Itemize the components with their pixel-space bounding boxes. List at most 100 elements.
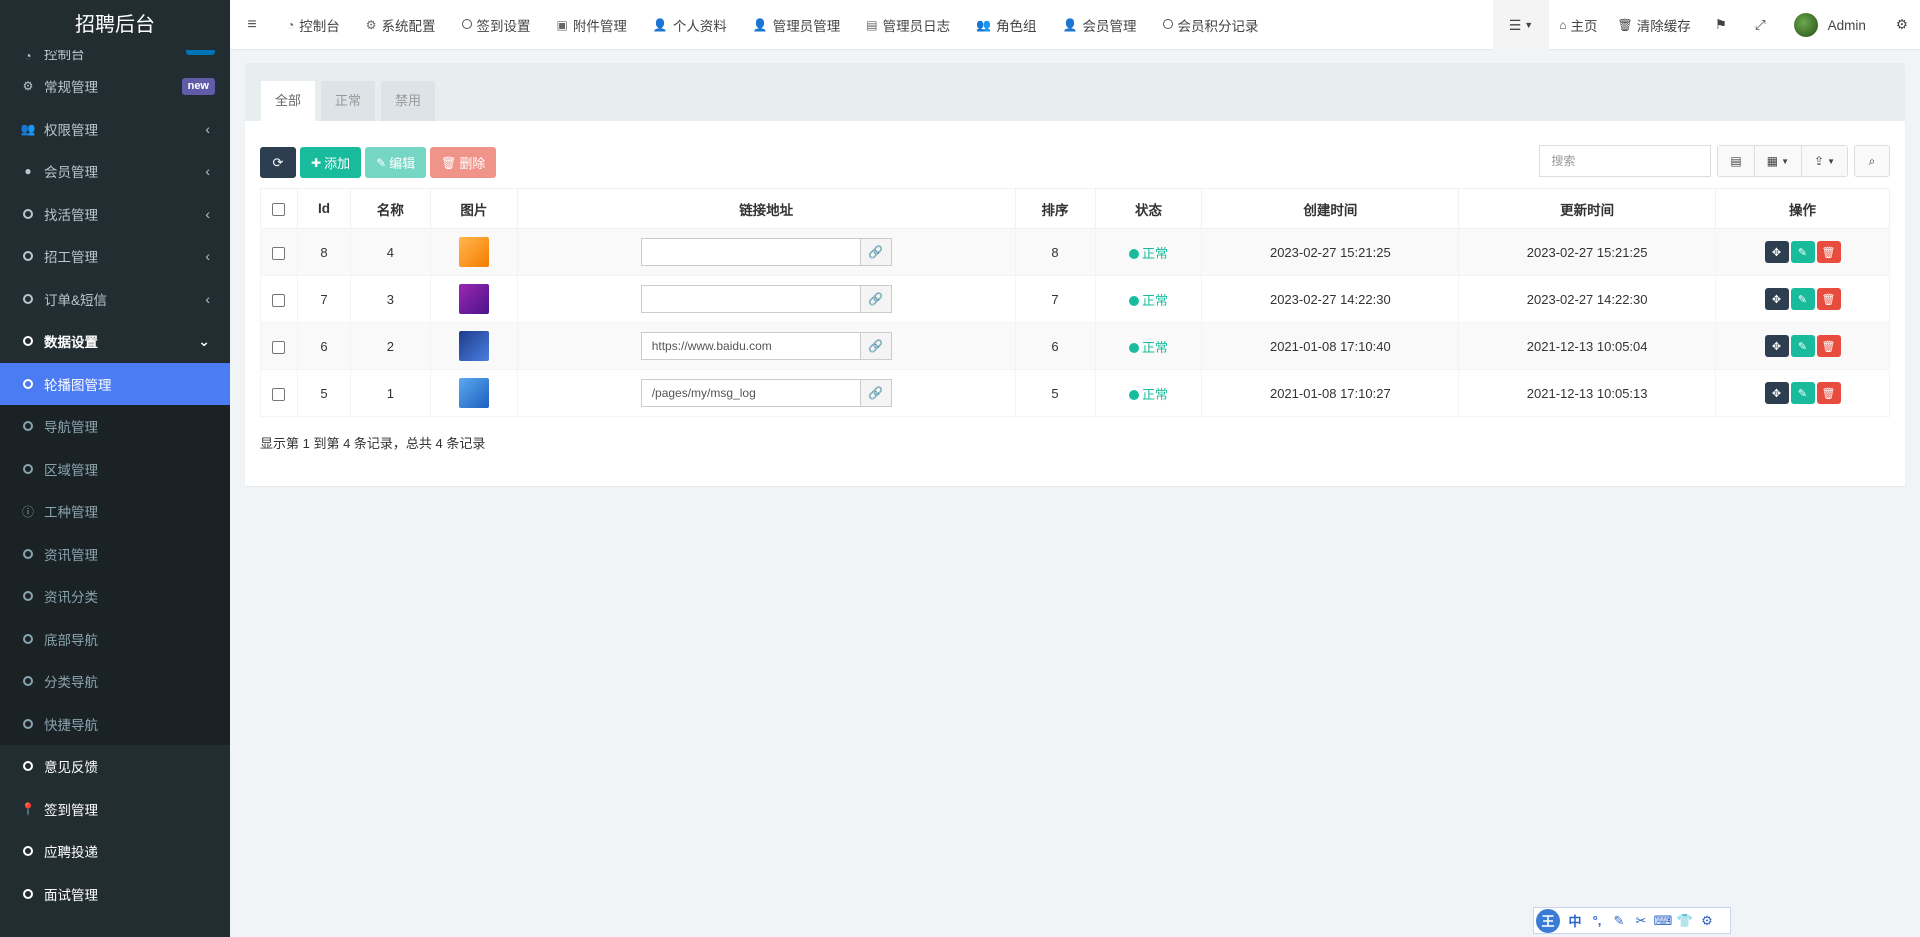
status-badge[interactable]: 正常 [1128, 246, 1168, 261]
tab-admin-log[interactable]: ▤ 管理员日志 [853, 0, 963, 50]
sidebar-item-orders[interactable]: 订单&短信 ‹ [0, 278, 230, 321]
delete-button[interactable]: 🗑 删除 [430, 147, 497, 178]
tab-checkin-settings[interactable]: 签到设置 [449, 0, 544, 50]
thumbnail-image[interactable] [458, 284, 489, 314]
link-icon[interactable]: 🔗 [859, 332, 892, 360]
skin-icon[interactable]: 👕 [1674, 913, 1696, 929]
thumbnail-image[interactable] [458, 378, 489, 408]
status-badge[interactable]: 正常 [1128, 387, 1168, 402]
drag-sort-button[interactable]: ✥ [1764, 382, 1789, 404]
sidebar-item-nav[interactable]: 导航管理 [0, 405, 230, 448]
search-input[interactable]: 搜索 [1539, 145, 1712, 177]
tabs-dropdown-button[interactable]: ☰ ▼ [1492, 0, 1550, 50]
link-input[interactable] [640, 238, 860, 266]
sidebar-item-job-type[interactable]: ⓘ 工种管理 [0, 490, 230, 533]
drag-sort-button[interactable]: ✥ [1764, 241, 1789, 263]
columns-button[interactable]: ▦ ▼ [1754, 146, 1803, 176]
table-row[interactable]: 5 1 /pages/my/msg_log 🔗 5 正常 2021-01-08 1… [260, 369, 1890, 417]
tab-profile[interactable]: 👤 个人资料 [640, 0, 740, 50]
clear-cache-button[interactable]: 🗑 清除缓存 [1607, 0, 1700, 50]
select-all-checkbox[interactable] [272, 202, 286, 216]
row-edit-button[interactable]: ✎ [1790, 241, 1815, 263]
row-delete-button[interactable]: 🗑 [1816, 382, 1841, 404]
brand-logo[interactable]: 招聘后台 [0, 0, 230, 50]
column-header[interactable]: 排序 [1014, 188, 1096, 229]
filter-tab-all[interactable]: 全部 [261, 81, 316, 121]
column-header[interactable]: 名称 [349, 188, 431, 229]
refresh-button[interactable]: ⟳ [260, 147, 296, 178]
drag-sort-button[interactable]: ✥ [1764, 288, 1789, 310]
ime-settings-icon[interactable]: ⚙ [1696, 913, 1718, 929]
tab-member-points[interactable]: 会员积分记录 [1150, 0, 1272, 50]
sidebar-item-applications[interactable]: 应聘投递 [0, 830, 230, 873]
column-header[interactable]: Id [296, 188, 351, 229]
sidebar-item-checkin[interactable]: 📍 签到管理 [0, 788, 230, 831]
row-edit-button[interactable]: ✎ [1790, 288, 1815, 310]
search-button[interactable]: ⌕ [1854, 145, 1890, 177]
export-button[interactable]: ⇪ ▼ [1802, 146, 1847, 176]
column-header[interactable]: 更新时间 [1458, 188, 1717, 229]
tab-dashboard[interactable]: ◔ 控制台 [274, 0, 353, 50]
table-row[interactable]: 6 2 https://www.baidu.com 🔗 6 正常 2021-01-… [260, 322, 1890, 370]
sidebar-item-region[interactable]: 区域管理 [0, 447, 230, 490]
row-checkbox[interactable] [272, 293, 286, 307]
column-header[interactable]: 创建时间 [1201, 188, 1460, 229]
thumbnail-image[interactable] [458, 237, 489, 267]
language-icon[interactable]: ⚑ [1701, 0, 1741, 50]
drag-sort-button[interactable]: ✥ [1764, 335, 1789, 357]
sidebar-item-carousel[interactable]: 轮播图管理 [0, 362, 230, 405]
scissors-icon[interactable]: ✂ [1630, 913, 1652, 929]
edit-button[interactable]: ✎ 编辑 [365, 147, 427, 178]
filter-tab-disabled[interactable]: 禁用 [381, 81, 436, 121]
row-edit-button[interactable]: ✎ [1790, 382, 1815, 404]
sidebar-item-permission[interactable]: 👥 权限管理 ‹ [0, 108, 230, 151]
link-icon[interactable]: 🔗 [859, 238, 892, 266]
sidebar-item-news[interactable]: 资讯管理 [0, 532, 230, 575]
home-link[interactable]: ⌂ 主页 [1549, 0, 1607, 50]
toggle-view-button[interactable]: ▤ [1718, 146, 1755, 176]
link-icon[interactable]: 🔗 [859, 379, 892, 407]
sidebar-item-feedback[interactable]: 意见反馈 [0, 745, 230, 788]
ime-language-toggle[interactable]: 中 [1564, 911, 1586, 930]
status-badge[interactable]: 正常 [1128, 340, 1168, 355]
row-delete-button[interactable]: 🗑 [1816, 241, 1841, 263]
sidebar-item-member[interactable]: ● 会员管理 ‹ [0, 150, 230, 193]
ime-logo[interactable]: 王 [1536, 908, 1560, 933]
status-badge[interactable]: 正常 [1128, 293, 1168, 308]
sidebar-item-interview[interactable]: 面试管理 [0, 873, 230, 916]
settings-gear-icon[interactable]: ⚙ [1884, 0, 1920, 50]
sidebar-item-bottom-nav[interactable]: 底部导航 [0, 617, 230, 660]
tab-role-group[interactable]: 👥 角色组 [963, 0, 1049, 50]
sidebar-item-quick-nav[interactable]: 快捷导航 [0, 702, 230, 745]
punctuation-icon[interactable]: °, [1586, 913, 1608, 928]
tab-system-config[interactable]: ⚙ 系统配置 [353, 0, 449, 50]
add-button[interactable]: ✚ 添加 [300, 147, 362, 178]
sidebar-item-news-category[interactable]: 资讯分类 [0, 575, 230, 618]
link-input[interactable] [640, 285, 860, 313]
sidebar-item-general[interactable]: ⚙ 常规管理 new [0, 65, 230, 108]
row-delete-button[interactable]: 🗑 [1816, 288, 1841, 310]
row-edit-button[interactable]: ✎ [1790, 335, 1815, 357]
link-input[interactable]: /pages/my/msg_log [640, 379, 860, 407]
sidebar-item-find-job[interactable]: 找活管理 ‹ [0, 193, 230, 236]
row-delete-button[interactable]: 🗑 [1816, 335, 1841, 357]
sidebar-item-data-settings[interactable]: 数据设置 ⌄ [0, 320, 230, 363]
tab-attachments[interactable]: ▣ 附件管理 [544, 0, 640, 50]
menu-toggle-icon[interactable]: ≡ [230, 16, 274, 34]
sidebar-item-recruit[interactable]: 招工管理 ‹ [0, 235, 230, 278]
table-row[interactable]: 8 4 🔗 8 正常 2023-02-27 15:21:25 2023-02-2… [260, 228, 1890, 276]
tab-admin-manage[interactable]: 👤 管理员管理 [740, 0, 853, 50]
row-checkbox[interactable] [272, 387, 286, 401]
table-row[interactable]: 7 3 🔗 7 正常 2023-02-27 14:22:30 2023-02-2… [260, 275, 1890, 323]
link-icon[interactable]: 🔗 [859, 285, 892, 313]
handwriting-icon[interactable]: ✎ [1608, 913, 1630, 929]
row-checkbox[interactable] [272, 246, 286, 260]
link-input[interactable]: https://www.baidu.com [640, 332, 860, 360]
keyboard-icon[interactable]: ⌨ [1652, 913, 1674, 929]
sidebar-item-category-nav[interactable]: 分类导航 [0, 660, 230, 703]
row-checkbox[interactable] [272, 340, 286, 354]
user-menu[interactable]: Admin [1780, 0, 1884, 50]
fullscreen-icon[interactable]: ⤢ [1741, 0, 1780, 50]
thumbnail-image[interactable] [458, 331, 489, 361]
tab-member-manage[interactable]: 👤 会员管理 [1050, 0, 1150, 50]
